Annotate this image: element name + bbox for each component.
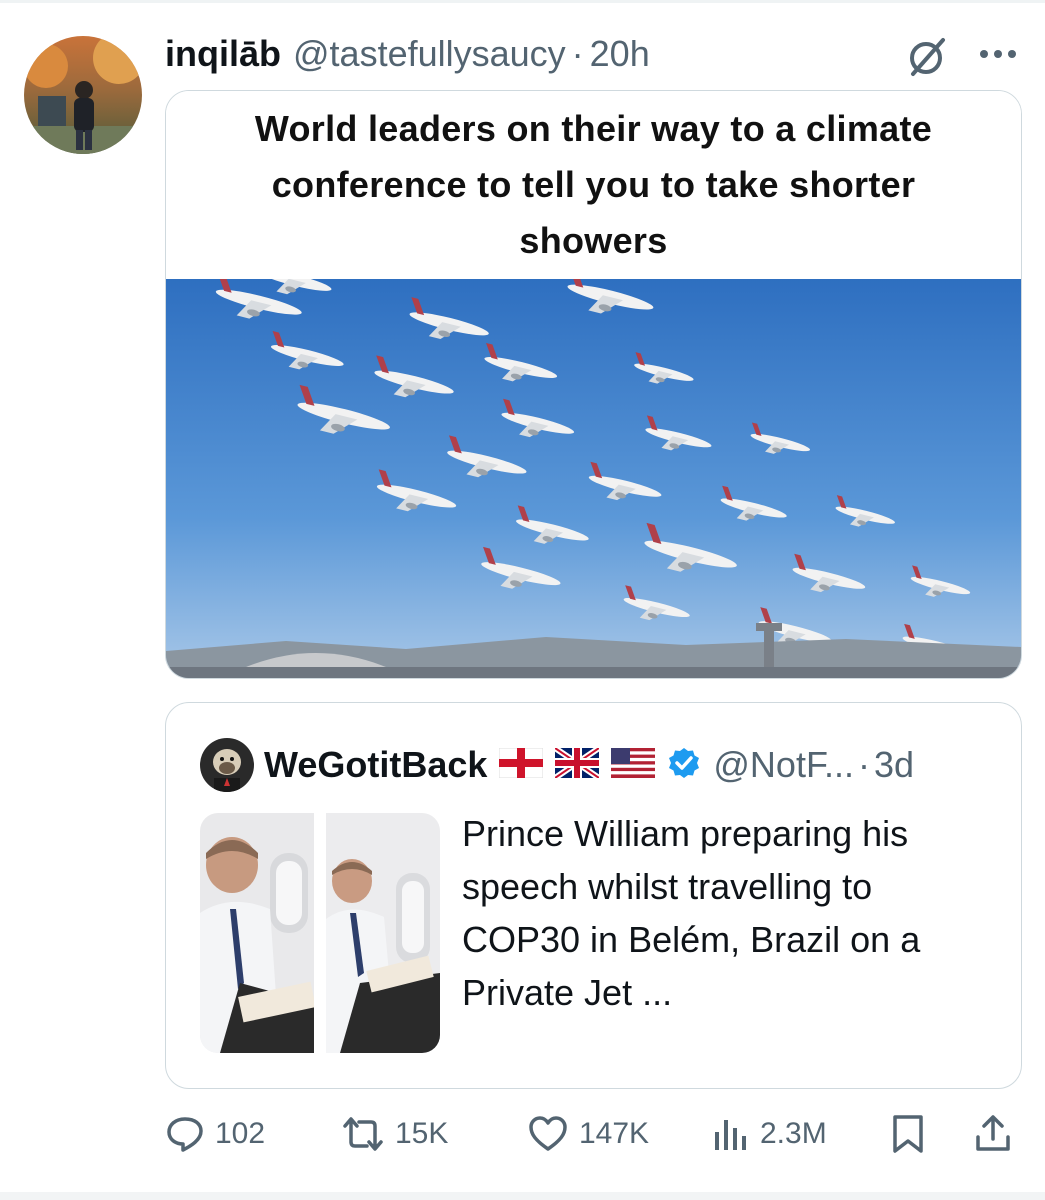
quoted-author-handle[interactable]: @NotF... [713, 744, 854, 786]
quoted-time[interactable]: 3d [874, 744, 914, 786]
reply-count: 102 [215, 1117, 266, 1150]
more-icon[interactable] [976, 34, 1020, 74]
meme-caption: World leaders on their way to a climate … [254, 108, 933, 261]
repost-icon [341, 1114, 385, 1154]
share-icon [973, 1113, 1013, 1155]
views-button[interactable]: 2.3M [710, 1108, 827, 1160]
author-handle[interactable]: @tastefullysaucy [293, 33, 566, 75]
share-button[interactable] [973, 1108, 1013, 1160]
us-flag-icon [611, 747, 656, 783]
views-icon [710, 1114, 750, 1154]
like-icon [527, 1114, 569, 1154]
post-header: inqilāb @tastefullysaucy · 20h [165, 28, 650, 80]
quoted-header: WeGotitBack @NotF... · 3d [200, 737, 914, 793]
like-button[interactable]: 147K [527, 1108, 649, 1160]
quoted-author-name[interactable]: WeGotitBack [264, 744, 487, 786]
airplanes-photo [166, 193, 1021, 678]
bottom-divider [0, 1192, 1045, 1200]
author-name[interactable]: inqilāb [165, 33, 281, 75]
reply-icon [165, 1114, 205, 1154]
grok-icon[interactable] [903, 34, 949, 80]
uk-flag-icon [553, 745, 602, 783]
views-count: 2.3M [760, 1117, 827, 1150]
separator: · [571, 33, 584, 74]
quoted-separator: · [857, 744, 870, 785]
quoted-avatar[interactable] [200, 738, 254, 792]
post-media[interactable]: World leaders on their way to a climate … [165, 90, 1022, 679]
england-flag-icon [498, 747, 544, 783]
like-count: 147K [579, 1117, 650, 1150]
post-time[interactable]: 20h [590, 33, 650, 75]
meme-caption-box: World leaders on their way to a climate … [166, 91, 1021, 279]
repost-count: 15K [395, 1117, 449, 1150]
author-avatar[interactable] [24, 36, 142, 154]
repost-button[interactable]: 15K [341, 1108, 448, 1160]
bookmark-icon [890, 1113, 926, 1155]
quoted-post[interactable]: WeGotitBack @NotF... · 3d Prince William… [165, 702, 1022, 1089]
action-bar: 102 15K 147K 2.3M [165, 1108, 1025, 1160]
bookmark-button[interactable] [890, 1108, 926, 1160]
quoted-media-thumbnail[interactable] [200, 813, 440, 1053]
verified-icon [667, 746, 701, 785]
reply-button[interactable]: 102 [165, 1108, 265, 1160]
quoted-text: Prince William preparing his speech whil… [462, 813, 921, 1013]
top-divider [0, 0, 1045, 3]
